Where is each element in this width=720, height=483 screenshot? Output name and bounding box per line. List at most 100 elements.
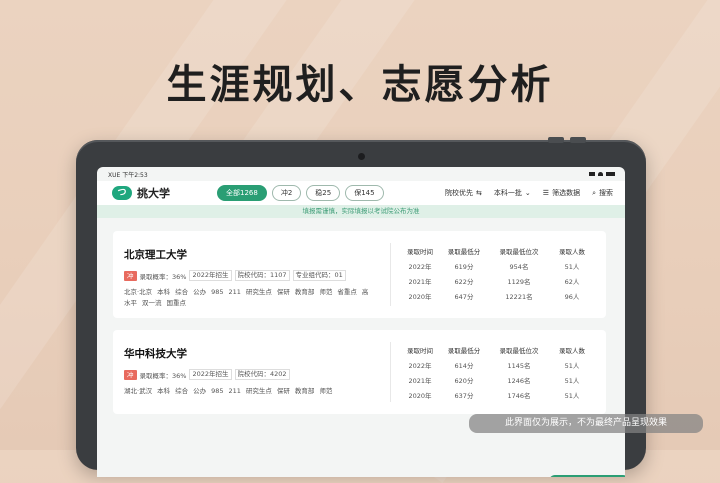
status-icons	[589, 172, 615, 176]
search-icon: ⌕	[592, 188, 596, 197]
toolbar: 院校优先 ⇆ 本科一批 ⌄ ☰ 筛选数据 ⌕ 搜索	[445, 188, 613, 198]
cell: 637分	[454, 391, 474, 400]
cell: 51人	[564, 391, 580, 400]
tag: 国重点	[166, 299, 187, 307]
cell: 1129名	[507, 277, 531, 286]
tag: 211	[228, 288, 241, 296]
tag: 教育部	[294, 387, 315, 395]
reach-badge: 冲	[124, 369, 137, 380]
cell: 2020年	[408, 391, 432, 400]
headline: 生涯规划、志愿分析	[166, 62, 554, 108]
cell: 1145名	[507, 361, 531, 370]
meta-tag: 院校代码：4202	[234, 369, 290, 380]
tag: 公办	[193, 288, 207, 296]
status-time: XUE 下午2:53	[108, 171, 148, 179]
meta-tag: 院校代码：1107	[234, 270, 290, 281]
cell: 62人	[564, 277, 580, 286]
cell: 51人	[564, 361, 580, 370]
app-name: 挑大学	[137, 187, 170, 200]
admission-table: 录取时间 录取最低分 录取最低位次 录取人数 2022年 619分 954名 5…	[401, 243, 601, 303]
col-header: 录取最低位次	[499, 346, 539, 355]
wifi-icon	[598, 172, 603, 176]
cell: 622分	[454, 277, 474, 286]
notice-banner: 填报需谨慎，实际填报以考试院公布为准	[97, 205, 625, 218]
university-card[interactable]: 北京理工大学 冲 录取概率：36% 2022年招生 院校代码：1107 专业组代…	[113, 231, 606, 318]
tag: 保研	[276, 288, 290, 296]
col-header: 录取人数	[559, 247, 585, 256]
batch-dropdown[interactable]: 本科一批 ⌄	[494, 188, 531, 198]
tag: 本科	[157, 387, 171, 395]
battery-icon	[606, 172, 615, 176]
tag: 教育部	[294, 288, 315, 296]
table-row: 2022年 619分 954名 51人	[401, 258, 601, 273]
cell: 51人	[564, 262, 580, 271]
table-header: 录取时间 录取最低分 录取最低位次 录取人数	[401, 342, 601, 357]
tag: 211	[228, 387, 241, 395]
table-row: 2022年 614分 1145名 51人	[401, 357, 601, 372]
probability: 录取概率：36%	[139, 272, 187, 281]
volume-button	[548, 137, 564, 143]
batch-label: 本科一批	[493, 189, 522, 197]
search-button[interactable]: ⌕ 搜索	[592, 188, 613, 198]
disclaimer-overlay: 此界面仅为展示，不为最终产品呈现效果	[469, 414, 703, 433]
meta-tag: 2022年招生	[189, 270, 232, 281]
app-logo[interactable]: つ 挑大学	[112, 185, 217, 201]
chip-reach[interactable]: 冲2	[271, 185, 302, 201]
university-name: 北京理工大学	[124, 249, 187, 261]
cell: 12221名	[505, 292, 533, 301]
chip-match[interactable]: 稳25	[306, 185, 341, 201]
university-card[interactable]: 华中科技大学 冲 录取概率：36% 2022年招生 院校代码：4202 湖北·武…	[113, 330, 606, 414]
chip-safe[interactable]: 保145	[345, 185, 384, 201]
filter-button[interactable]: ☰ 筛选数据	[543, 188, 580, 198]
swap-icon: ⇆	[476, 189, 482, 197]
tag: 师范	[319, 387, 333, 395]
search-label: 搜索	[599, 189, 613, 197]
tag: 省重点	[337, 288, 357, 296]
tag: 综合	[175, 387, 189, 395]
status-bar: XUE 下午2:53	[97, 167, 625, 181]
divider	[390, 342, 391, 402]
chevron-down-icon: ⌄	[524, 189, 531, 197]
filter-label: 筛选数据	[552, 189, 581, 197]
cell: 2020年	[408, 292, 432, 301]
volume-button	[570, 137, 586, 143]
cell: 619分	[454, 262, 474, 271]
bottom-action-button[interactable]	[549, 475, 625, 477]
cell: 647分	[454, 292, 474, 301]
col-header: 录取时间	[407, 346, 433, 355]
meta-tag: 专业组代码：01	[292, 270, 346, 281]
meta-tag: 2022年招生	[189, 369, 232, 380]
reach-badge: 冲	[124, 270, 137, 281]
tag: 双一流	[142, 299, 162, 307]
cell: 1246名	[507, 376, 531, 385]
university-tags: 北京·北京 本科 综合 公办 985 211 研究生点 保研 教育部 师范 省重点 高水平 双一流 国重点	[124, 287, 374, 309]
cell: 1746名	[507, 391, 531, 400]
tag: 本科	[157, 288, 171, 296]
sort-toggle[interactable]: 院校优先 ⇆	[445, 188, 482, 198]
camera	[358, 153, 365, 160]
cell: 2021年	[408, 277, 432, 286]
table-row: 2021年 622分 1129名 62人	[401, 273, 601, 288]
tag: 保研	[276, 387, 290, 395]
tag: 湖北·武汉	[124, 387, 153, 395]
logo-icon: つ	[112, 186, 132, 200]
probability: 录取概率：36%	[139, 371, 187, 380]
table-row: 2021年 620分 1246名 51人	[401, 372, 601, 387]
cell: 2021年	[408, 376, 432, 385]
cell: 2022年	[408, 361, 432, 370]
admission-table: 录取时间 录取最低分 录取最低位次 录取人数 2022年 614分 1145名 …	[401, 342, 601, 402]
tag: 综合	[175, 288, 189, 296]
tag: 985	[211, 387, 224, 395]
col-header: 录取人数	[559, 346, 585, 355]
table-row: 2020年 647分 12221名 96人	[401, 288, 601, 303]
col-header: 录取时间	[407, 247, 433, 256]
col-header: 录取最低位次	[499, 247, 539, 256]
cell: 2022年	[408, 262, 432, 271]
table-header: 录取时间 录取最低分 录取最低位次 录取人数	[401, 243, 601, 258]
cell: 954名	[509, 262, 529, 271]
col-header: 录取最低分	[447, 346, 481, 355]
chip-all[interactable]: 全部1268	[217, 185, 267, 201]
tag: 985	[211, 288, 224, 296]
university-tags: 湖北·武汉 本科 综合 公办 985 211 研究生点 保研 教育部 师范	[124, 386, 374, 397]
table-row: 2020年 637分 1746名 51人	[401, 387, 601, 402]
